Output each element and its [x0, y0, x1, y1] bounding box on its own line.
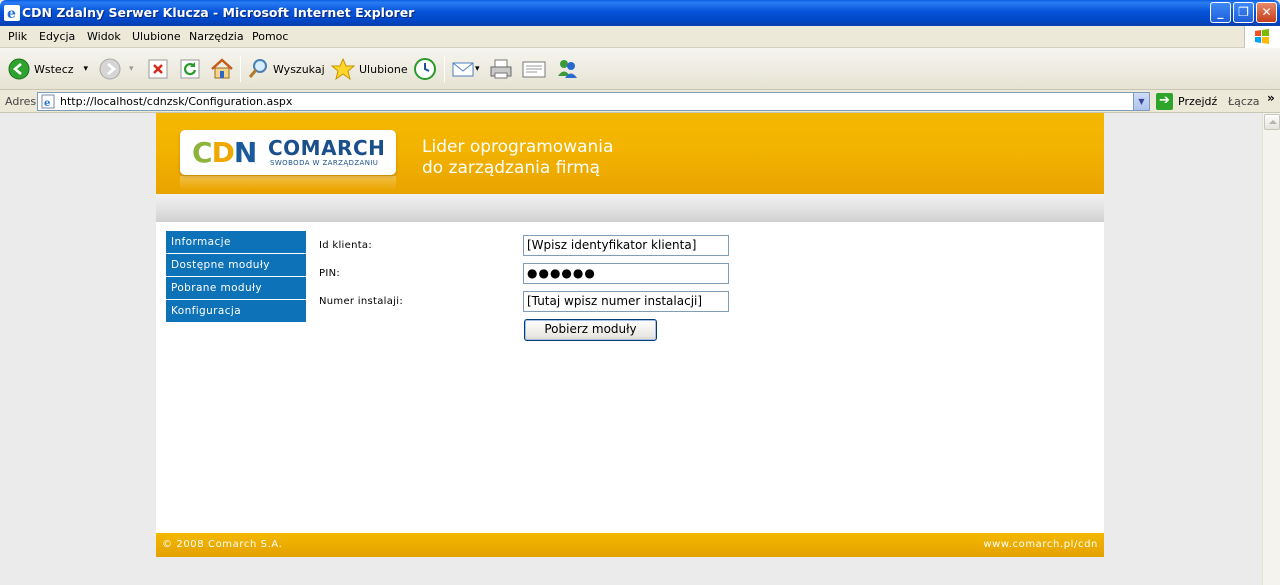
- slogan-line-2: do zarządzania firmą: [422, 158, 601, 178]
- mail-button[interactable]: ▾: [451, 56, 480, 82]
- home-button[interactable]: [210, 56, 234, 82]
- menu-bar: Plik Edycja Widok Ulubione Narzędzia Pom…: [0, 26, 1280, 48]
- forward-dropdown-icon[interactable]: ▾: [129, 64, 134, 74]
- svg-text:e: e: [44, 98, 50, 109]
- internet-explorer-icon: e: [4, 5, 20, 21]
- menu-item-available-modules[interactable]: Dostępne moduły: [166, 254, 306, 276]
- menu-file[interactable]: Plik: [8, 30, 27, 43]
- toolbar: Wstecz ▾ ▾ Wyszukaj Ulubione ▾: [0, 48, 1280, 90]
- history-icon: [414, 58, 436, 80]
- fetch-modules-button[interactable]: Pobierz moduły: [524, 319, 657, 341]
- menu-item-information[interactable]: Informacje: [166, 231, 306, 253]
- messenger-button[interactable]: [555, 56, 579, 82]
- back-button[interactable]: Wstecz ▾: [8, 56, 88, 82]
- address-dropdown-icon[interactable]: ▼: [1133, 93, 1149, 110]
- address-url: http://localhost/cdnzsk/Configuration.as…: [60, 95, 293, 108]
- edit-button[interactable]: [522, 56, 546, 82]
- footer-link[interactable]: www.comarch.pl/cdn: [983, 539, 1098, 550]
- side-menu: Informacje Dostępne moduły Pobrane moduł…: [166, 231, 306, 323]
- pin-label: PIN:: [319, 268, 341, 279]
- menu-edit[interactable]: Edycja: [39, 30, 75, 43]
- forward-button[interactable]: ▾: [99, 56, 134, 82]
- scroll-up-button[interactable]: [1264, 114, 1280, 130]
- refresh-icon: [180, 59, 200, 79]
- slogan-line-1: Lider oprogramowania: [422, 137, 614, 157]
- search-icon: [248, 59, 267, 78]
- menu-item-downloaded-modules[interactable]: Pobrane moduły: [166, 277, 306, 299]
- mail-dropdown-icon[interactable]: ▾: [475, 64, 480, 74]
- logo-comarch: COMARCH: [268, 136, 386, 160]
- go-arrow-icon[interactable]: ➔: [1156, 93, 1173, 110]
- windows-flag-icon: [1255, 29, 1269, 44]
- address-input[interactable]: e http://localhost/cdnzsk/Configuration.…: [37, 92, 1150, 111]
- toolbar-separator: [240, 56, 241, 82]
- forward-arrow-icon: [99, 58, 121, 80]
- installation-number-input[interactable]: [Tutaj wpisz numer instalacji]: [523, 291, 729, 312]
- messenger-icon: [558, 60, 577, 78]
- edit-page-icon: [522, 61, 546, 78]
- vertical-scrollbar[interactable]: [1262, 113, 1280, 585]
- address-bar: Adres e http://localhost/cdnzsk/Configur…: [0, 90, 1280, 113]
- print-button[interactable]: [489, 56, 513, 82]
- client-id-label: Id klienta:: [319, 240, 373, 251]
- cdn-comarch-logo[interactable]: CDN COMARCH SWOBODA W ZARZĄDZANIU: [180, 130, 396, 175]
- search-label: Wyszukaj: [273, 62, 325, 76]
- window-title: CDN Zdalny Serwer Klucza - Microsoft Int…: [22, 5, 415, 20]
- favorites-button[interactable]: Ulubione: [331, 56, 408, 82]
- menu-view[interactable]: Widok: [87, 30, 121, 43]
- copyright: © 2008 Comarch S.A.: [162, 539, 283, 550]
- star-icon: [331, 58, 355, 80]
- header-banner: CDN COMARCH SWOBODA W ZARZĄDZANIU Lider …: [156, 113, 1104, 194]
- logo-motto: SWOBODA W ZARZĄDZANIU: [270, 159, 379, 167]
- links-label[interactable]: Łącza: [1228, 95, 1260, 108]
- back-dropdown-icon[interactable]: ▾: [84, 64, 89, 74]
- refresh-button[interactable]: [180, 56, 200, 82]
- go-button[interactable]: Przejdź: [1178, 95, 1217, 108]
- slogan: Lider oprogramowania do zarządzania firm…: [422, 137, 613, 179]
- address-label: Adres: [5, 95, 37, 108]
- divider-bar: [156, 194, 1104, 222]
- close-button[interactable]: ✕: [1256, 2, 1277, 23]
- maximize-button[interactable]: ❐: [1233, 2, 1254, 23]
- home-icon: [211, 58, 233, 79]
- menu-tools[interactable]: Narzędzia: [189, 30, 244, 43]
- minimize-button[interactable]: _: [1210, 2, 1231, 23]
- search-button[interactable]: Wyszukaj: [247, 56, 325, 82]
- back-arrow-icon: [8, 58, 30, 80]
- favorites-label: Ulubione: [359, 62, 408, 76]
- page-icon: e: [41, 94, 55, 109]
- toolbar-separator: [444, 56, 445, 82]
- logo-cdn: CDN: [192, 136, 257, 169]
- svg-text:e: e: [7, 6, 16, 21]
- stop-icon: [148, 59, 168, 79]
- back-label: Wstecz: [34, 62, 74, 76]
- menu-help[interactable]: Pomoc: [252, 30, 288, 43]
- menu-favorites[interactable]: Ulubione: [132, 30, 181, 43]
- menu-item-configuration[interactable]: Konfiguracja: [166, 300, 306, 322]
- web-page: CDN COMARCH SWOBODA W ZARZĄDZANIU Lider …: [156, 113, 1104, 557]
- printer-icon: [490, 59, 512, 79]
- logo-reflection: [180, 176, 396, 190]
- stop-button[interactable]: [148, 56, 168, 82]
- client-id-input[interactable]: [Wpisz identyfikator klienta]: [523, 235, 729, 256]
- pin-input[interactable]: ●●●●●●: [523, 263, 729, 284]
- mail-icon: [452, 62, 474, 77]
- installation-number-label: Numer instalaji:: [319, 296, 404, 307]
- page-viewport: CDN COMARCH SWOBODA W ZARZĄDZANIU Lider …: [0, 113, 1262, 585]
- windows-logo: [1244, 26, 1280, 48]
- title-bar: e CDN Zdalny Serwer Klucza - Microsoft I…: [0, 0, 1280, 26]
- chevron-icon[interactable]: »: [1267, 91, 1275, 105]
- footer: © 2008 Comarch S.A. www.comarch.pl/cdn: [156, 533, 1104, 557]
- history-button[interactable]: [413, 56, 437, 82]
